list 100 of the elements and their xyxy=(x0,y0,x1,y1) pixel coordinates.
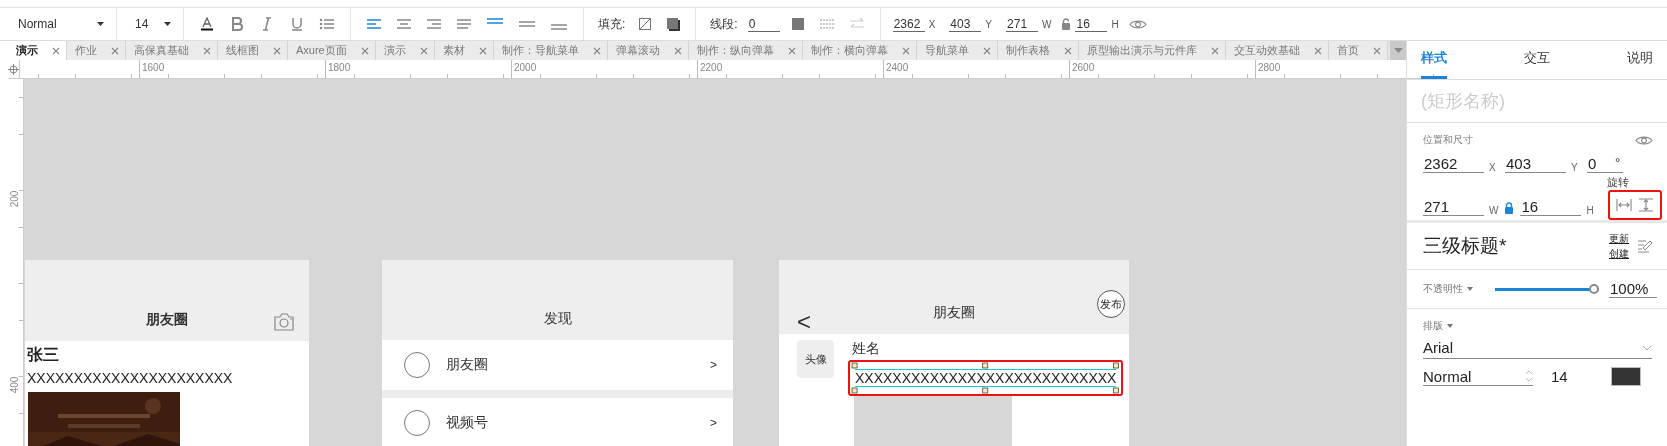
field-unit: Y xyxy=(1571,162,1579,173)
update-link[interactable]: 更新 xyxy=(1609,231,1629,246)
tab-label: 作业 xyxy=(75,43,97,58)
document-tab[interactable]: 交互动效基础 xyxy=(1225,41,1329,60)
close-icon[interactable] xyxy=(1063,46,1072,55)
tab-label: 素材 xyxy=(442,43,465,58)
fill-label: 填充: xyxy=(598,15,626,33)
close-icon[interactable] xyxy=(787,46,796,55)
publish-button[interactable]: 发布 xyxy=(1097,290,1125,318)
width-field[interactable]: 271 xyxy=(1423,198,1484,216)
close-icon[interactable] xyxy=(203,46,211,55)
stroke-width-field[interactable]: 0 xyxy=(747,16,780,32)
screen-title: 朋友圈 xyxy=(933,304,975,322)
shadow-icon[interactable] xyxy=(666,17,681,31)
close-icon[interactable] xyxy=(982,46,991,55)
ruler-label: 2600 xyxy=(1071,61,1096,75)
align-center-icon[interactable] xyxy=(396,17,412,31)
tab-label: 首页 xyxy=(1336,43,1359,58)
tab-label: 演示 xyxy=(383,43,406,58)
create-link[interactable]: 创建 xyxy=(1609,246,1629,261)
document-tab[interactable]: 作业 xyxy=(67,41,126,60)
lock-icon[interactable] xyxy=(1504,202,1515,214)
close-icon[interactable] xyxy=(1210,46,1219,55)
y-field[interactable]: 403 xyxy=(1505,155,1566,173)
fit-height-icon[interactable] xyxy=(1637,198,1654,212)
x-field[interactable]: 2362 xyxy=(892,16,925,32)
caret-icon xyxy=(1447,324,1453,328)
close-icon[interactable] xyxy=(478,46,487,55)
document-tab[interactable]: 原型输出演示与元件库 xyxy=(1078,41,1226,60)
bullet-list-icon[interactable] xyxy=(319,17,335,31)
close-icon[interactable] xyxy=(673,46,682,55)
close-icon[interactable] xyxy=(901,46,910,55)
document-tab[interactable]: 演示 xyxy=(8,41,67,60)
ruler-label: 2800 xyxy=(1257,61,1282,75)
tab-label: Axure页面 xyxy=(296,43,347,58)
field-unit: W xyxy=(1489,205,1499,216)
font-color-icon[interactable] xyxy=(199,17,215,31)
font-dropdown[interactable]: Arial xyxy=(1423,339,1652,359)
rotation-label: 旋转 xyxy=(1607,175,1630,190)
document-tab[interactable]: Axure页面 xyxy=(288,41,376,60)
align-left-icon[interactable] xyxy=(366,17,382,31)
font-color-swatch[interactable] xyxy=(1611,367,1641,386)
row-label: 朋友圈 xyxy=(446,355,489,374)
post-text[interactable]: XXXXXXXXXXXXXXXXXXXXXXXXXXXX xyxy=(855,369,1117,387)
document-tab[interactable]: 制作表格 xyxy=(997,41,1079,60)
edit-icon[interactable] xyxy=(1637,239,1653,253)
field-unit: X xyxy=(928,18,936,30)
opacity-field[interactable]: 100% xyxy=(1609,280,1657,298)
font-style-dropdown[interactable]: Normal xyxy=(1423,367,1533,386)
ruler-label: 2400 xyxy=(885,61,910,75)
close-icon[interactable] xyxy=(111,46,119,55)
no-fill-icon[interactable] xyxy=(638,17,653,31)
close-icon[interactable] xyxy=(592,46,601,55)
underline-icon[interactable] xyxy=(289,17,305,31)
close-icon[interactable] xyxy=(52,46,60,55)
ruler-label: 1800 xyxy=(327,61,352,75)
document-tab[interactable]: 弹幕滚动 xyxy=(607,41,689,60)
close-icon[interactable] xyxy=(1372,46,1381,55)
eye-icon[interactable] xyxy=(1128,18,1147,30)
height-field[interactable]: 16 xyxy=(1075,16,1108,32)
document-tab[interactable]: 制作：导航菜单 xyxy=(493,41,608,60)
align-right-icon[interactable] xyxy=(426,17,442,31)
justify-icon[interactable] xyxy=(456,17,472,31)
avatar: 头像 xyxy=(797,340,834,378)
document-tab[interactable]: 演示 xyxy=(375,41,435,60)
fit-width-icon[interactable] xyxy=(1615,198,1632,212)
dash-pattern-icon[interactable] xyxy=(818,17,835,31)
bold-icon[interactable] xyxy=(229,17,245,31)
close-icon[interactable] xyxy=(419,46,428,55)
close-icon[interactable] xyxy=(273,46,281,55)
screen-title: 朋友圈 xyxy=(146,311,188,329)
document-tab[interactable]: 制作：纵向弹幕 xyxy=(688,41,803,60)
panel-tab[interactable]: 说明 xyxy=(1627,49,1653,79)
close-icon[interactable] xyxy=(1313,46,1322,55)
unlocked-lock-icon[interactable] xyxy=(1061,18,1072,30)
stroke-color-icon[interactable] xyxy=(790,17,805,31)
close-icon[interactable] xyxy=(360,46,369,55)
document-tab[interactable]: 首页 xyxy=(1328,41,1388,60)
document-tab[interactable]: 高保真基础 xyxy=(126,41,218,60)
style-dropdown[interactable]: Normal xyxy=(8,17,108,31)
tab-list-button[interactable] xyxy=(1390,41,1406,60)
eye-icon[interactable] xyxy=(1635,134,1653,146)
back-arrow[interactable]: < xyxy=(797,310,811,334)
x-field[interactable]: 2362 xyxy=(1423,155,1484,173)
width-field[interactable]: 271 xyxy=(1006,16,1039,32)
slider-thumb[interactable] xyxy=(1589,284,1599,294)
height-field[interactable]: 16 xyxy=(1520,198,1582,216)
font-size-value[interactable]: 14 xyxy=(1551,368,1611,385)
field-unit: Y xyxy=(985,18,993,30)
document-tab[interactable]: 导航菜单 xyxy=(916,41,998,60)
y-field[interactable]: 403 xyxy=(949,16,982,32)
section-title: 位置和尺寸 xyxy=(1423,133,1473,147)
arrows-icon[interactable] xyxy=(848,17,865,31)
menu-row[interactable]: 视频号 > xyxy=(382,397,733,446)
font-size-dropdown[interactable]: 14 xyxy=(125,17,175,31)
document-tab[interactable]: 线框图 xyxy=(218,41,288,60)
crosshair-icon[interactable] xyxy=(8,63,19,75)
document-tab[interactable]: 制作：横向弹幕 xyxy=(802,41,917,60)
panel-tab[interactable]: 交互 xyxy=(1524,49,1550,79)
document-tab[interactable]: 素材 xyxy=(434,41,494,60)
